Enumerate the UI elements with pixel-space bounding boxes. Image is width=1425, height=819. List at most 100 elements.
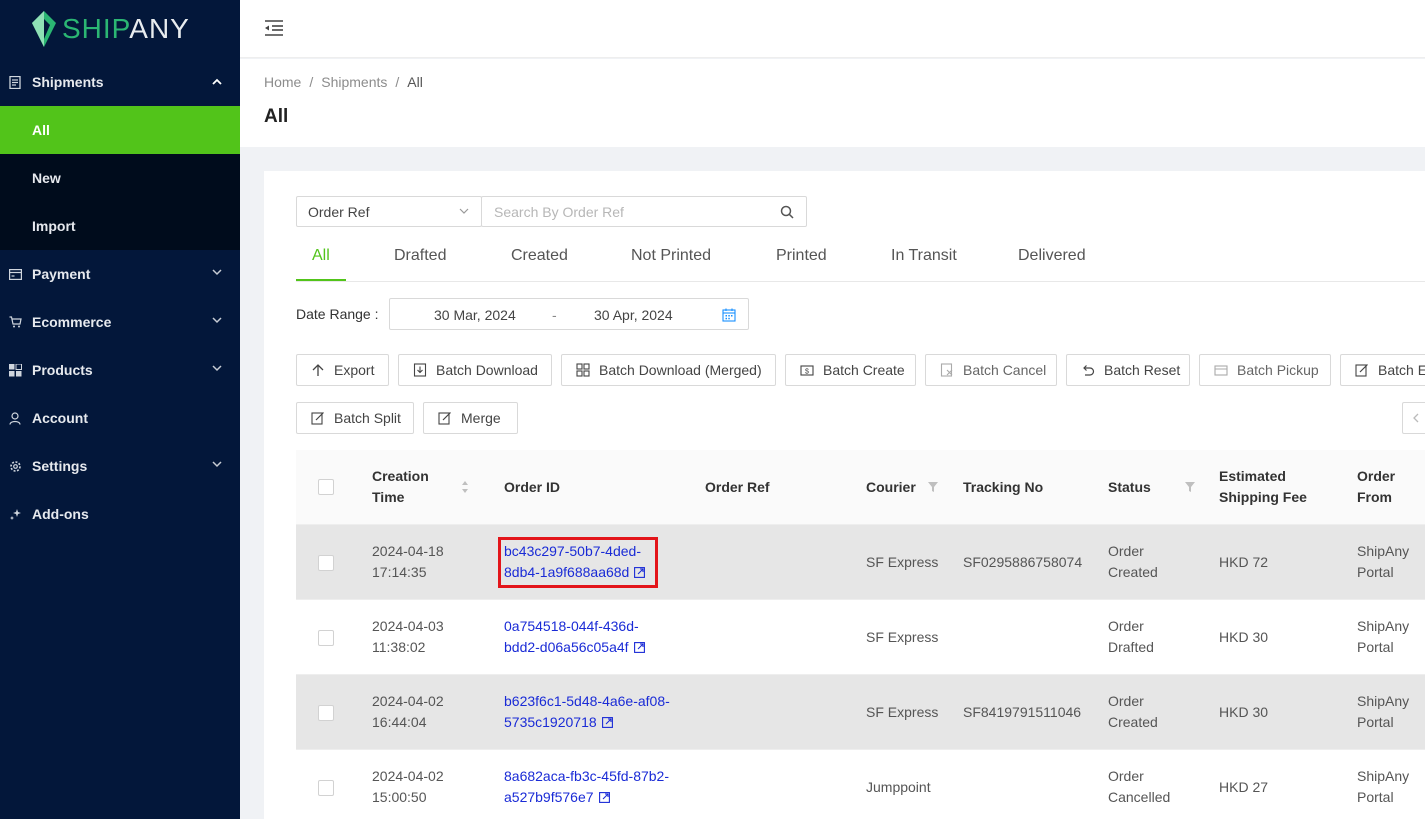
arrow-up-icon (312, 364, 324, 376)
calendar-icon (722, 308, 736, 322)
date-range-picker[interactable]: 30 Mar, 2024 - 30 Apr, 2024 (389, 298, 749, 330)
row-checkbox[interactable] (318, 630, 334, 646)
sidebar-item-addons[interactable]: Add-ons (0, 490, 240, 538)
tracking-no: SF8419791511046 (963, 704, 1082, 720)
date-range-label: Date Range : (296, 306, 379, 322)
col-order-id: Order ID (504, 479, 561, 495)
chevron-up-icon (212, 78, 222, 85)
search-field-select[interactable]: Order Ref (296, 196, 482, 227)
sidebar-subitem-import[interactable]: Import (0, 202, 240, 250)
sidebar-item-products[interactable]: Products (0, 346, 240, 394)
scroll-left-button[interactable] (1402, 402, 1425, 434)
document-icon (8, 75, 22, 89)
order-id-link[interactable]: 8a682aca-fb3c-45fd-87b2- a527b9f576e7 (504, 766, 669, 808)
batch-cancel-button[interactable]: Batch Cancel (925, 354, 1057, 386)
search-input[interactable] (494, 203, 764, 220)
sidebar: SHIPANY Shipments All New Import Payment… (0, 0, 240, 819)
active-tab-indicator (296, 279, 346, 281)
sidebar-subitem-new[interactable]: New (0, 154, 240, 202)
export-button[interactable]: Export (296, 354, 389, 386)
chevron-down-icon (212, 269, 222, 276)
undo-icon (1083, 365, 1095, 376)
grid-icon (8, 363, 22, 377)
external-link-icon (633, 642, 645, 653)
table-row[interactable]: 2024-04-18 17:14:35 bc43c297-50b7-4ded- 8d… (296, 525, 1425, 600)
tab-all[interactable]: All (312, 241, 330, 282)
table-row[interactable]: 2024-04-02 15:00:50 8a682aca-fb3c-45fd-87… (296, 750, 1425, 819)
date-start[interactable]: 30 Mar, 2024 (434, 307, 516, 323)
svg-text:$: $ (805, 369, 809, 376)
merge-button[interactable]: Merge (423, 402, 518, 434)
order-id-link[interactable]: b623f6c1-5d48-4a6e-af08- 5735c1920718 (504, 691, 670, 733)
filter-icon[interactable] (1185, 482, 1195, 492)
batch-create-button[interactable]: $ Batch Create (785, 354, 916, 386)
row-checkbox[interactable] (318, 555, 334, 571)
creation-time: 2024-04-02 16:44:04 (372, 693, 444, 730)
shipany-logo[interactable]: SHIPANY (0, 0, 240, 58)
sidebar-item-payment[interactable]: Payment (0, 250, 240, 298)
select-all-checkbox[interactable] (318, 479, 334, 495)
chevron-left-icon (1413, 413, 1419, 423)
breadcrumb-shipments[interactable]: Shipments (321, 74, 387, 90)
external-link-icon (598, 792, 610, 803)
creation-time: 2024-04-03 11:38:02 (372, 618, 444, 655)
edit-icon (1355, 364, 1368, 377)
table-row[interactable]: 2024-04-03 11:38:02 0a754518-044f-436d-bd… (296, 600, 1425, 675)
sort-icon[interactable] (461, 480, 469, 494)
shipments-table: Creation Time Order ID Order Ref Courier … (296, 450, 1425, 819)
batch-pickup-button[interactable]: Batch Pickup (1199, 354, 1331, 386)
shipany-logo-icon (32, 11, 56, 47)
creation-time: 2024-04-18 17:14:35 (372, 543, 444, 580)
sidebar-item-ecommerce[interactable]: Ecommerce (0, 298, 240, 346)
shipping-fee: HKD 27 (1219, 779, 1269, 795)
date-end[interactable]: 30 Apr, 2024 (594, 307, 673, 323)
shipping-fee: HKD 72 (1219, 554, 1269, 570)
sidebar-item-settings[interactable]: Settings (0, 442, 240, 490)
tab-delivered[interactable]: Delivered (1018, 241, 1086, 282)
search-box (481, 196, 807, 227)
logo-wordmark: SHIPANY (62, 13, 190, 44)
col-order-from: Order From (1357, 468, 1396, 505)
breadcrumb-home[interactable]: Home (264, 74, 301, 90)
col-estimated-shipping-fee: Estimated Shipping Fee (1219, 468, 1307, 505)
order-from: ShipAny Portal (1357, 693, 1410, 730)
tab-not-printed[interactable]: Not Printed (631, 241, 711, 282)
filter-icon[interactable] (928, 482, 938, 492)
courier: SF Express (866, 629, 939, 645)
row-checkbox[interactable] (318, 780, 334, 796)
col-courier: Courier (866, 479, 916, 495)
tab-in-transit[interactable]: In Transit (891, 241, 957, 282)
shipments-submenu: All New Import (0, 106, 240, 250)
batch-reset-button[interactable]: Batch Reset (1066, 354, 1190, 386)
tab-drafted[interactable]: Drafted (394, 241, 446, 282)
table-row[interactable]: 2024-04-02 16:44:04 b623f6c1-5d48-4a6e-af… (296, 675, 1425, 750)
order-id-link[interactable]: 0a754518-044f-436d-bdd2-d06a56c05a4f (504, 616, 645, 658)
batch-download-button[interactable]: Batch Download (398, 354, 552, 386)
table-header: Creation Time Order ID Order Ref Courier … (296, 450, 1425, 525)
batch-edit-button[interactable]: Batch Edit (1340, 354, 1425, 386)
row-checkbox[interactable] (318, 705, 334, 721)
col-order-ref: Order Ref (705, 479, 770, 495)
tab-printed[interactable]: Printed (776, 241, 827, 282)
sidebar-item-shipments[interactable]: Shipments (0, 58, 240, 106)
order-from: ShipAny Portal (1357, 618, 1410, 655)
courier: SF Express (866, 704, 939, 720)
tracking-no: SF0295886758074 (963, 554, 1083, 570)
search-icon[interactable] (780, 205, 794, 219)
batch-download-merged-button[interactable]: Batch Download (Merged) (561, 354, 776, 386)
edit-icon (438, 412, 451, 425)
col-creation-time[interactable]: Creation Time (372, 466, 429, 508)
cart-icon (8, 315, 22, 329)
sidebar-item-label: Add-ons (32, 506, 89, 522)
chevron-down-icon (212, 461, 222, 468)
edit-icon (311, 412, 324, 425)
sidebar-item-label: Ecommerce (32, 314, 112, 330)
menu-collapse-icon[interactable] (264, 19, 284, 37)
status: Order Created (1108, 693, 1158, 730)
wallet-icon (8, 267, 22, 281)
sidebar-item-account[interactable]: Account (0, 394, 240, 442)
sidebar-subitem-all[interactable]: All (0, 106, 240, 154)
cancel-file-icon (940, 363, 953, 377)
tab-created[interactable]: Created (511, 241, 568, 282)
batch-split-button[interactable]: Batch Split (296, 402, 414, 434)
